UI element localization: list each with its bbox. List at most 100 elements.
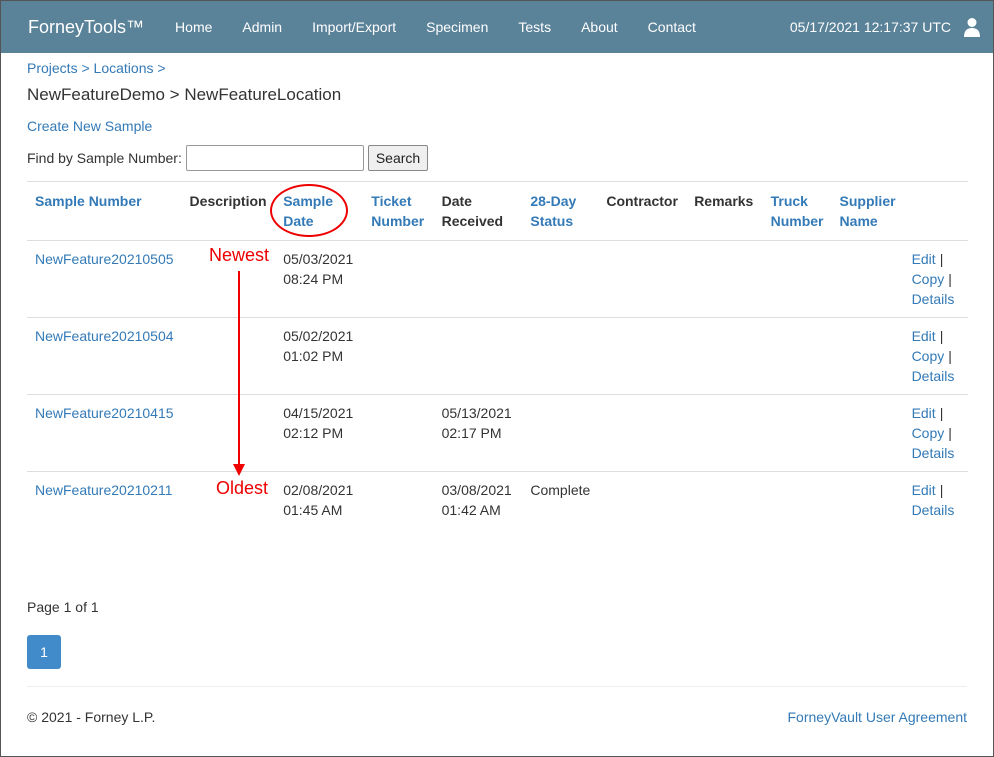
edit-link[interactable]: Edit — [912, 328, 936, 344]
cell-sample-date: 05/03/2021 08:24 PM — [275, 240, 364, 318]
sample-time: 01:45 AM — [283, 502, 343, 518]
cell-contractor — [598, 317, 687, 395]
sample-number-link[interactable]: NewFeature20210211 — [35, 482, 173, 498]
copy-link[interactable]: Copy — [912, 425, 945, 441]
action-line: Edit | — [912, 326, 960, 346]
pager-text: Page 1 of 1 — [27, 599, 967, 615]
sample-time: 02:12 PM — [283, 425, 344, 441]
cell-truck-number — [762, 394, 832, 472]
action-line: Details — [912, 500, 960, 520]
table-header-row: Sample Number Description Sample Date Ticke… — [27, 181, 968, 241]
pager-of: of — [71, 598, 91, 615]
cell-remarks — [686, 240, 763, 318]
cell-remarks — [686, 472, 762, 549]
nav-item-home[interactable]: Home — [160, 19, 227, 35]
cell-ticket-number — [363, 472, 433, 549]
action-separator: | — [939, 328, 944, 344]
action-separator: | — [948, 271, 952, 287]
copy-link[interactable]: Copy — [912, 348, 945, 364]
cell-sample-date: 02/08/2021 01:45 AM — [275, 472, 363, 549]
sample-number-link[interactable]: NewFeature20210504 — [35, 328, 174, 344]
nav-menu: Home Admin Import/Export Specimen Tests About… — [160, 19, 711, 35]
cell-date-received — [433, 317, 523, 395]
cell-sample-date: 04/15/2021 02:12 PM — [275, 394, 364, 472]
table-body: NewFeature20210505 05/03/2021 08:24 PM Edit… — [27, 240, 968, 549]
sample-number-search-input[interactable] — [185, 145, 364, 171]
action-line: Copy | — [912, 346, 960, 366]
action-separator: | — [939, 251, 944, 267]
annotation-newest: Newest — [209, 245, 270, 265]
nav-item-about[interactable]: About — [566, 19, 633, 35]
sample-number-link[interactable]: NewFeature20210505 — [35, 251, 174, 267]
cell-remarks — [686, 394, 763, 472]
details-link[interactable]: Details — [912, 502, 955, 518]
cell-sample-number: NewFeature20210211 — [27, 472, 182, 549]
breadcrumb-separator: > — [81, 60, 90, 76]
cell-supplier-name — [831, 317, 904, 395]
column-header-label[interactable]: Sample Number — [35, 193, 142, 209]
cell-28day-status — [522, 394, 599, 472]
breadcrumb-separator: > — [157, 60, 166, 76]
breadcrumb-locations[interactable]: Locations — [94, 60, 154, 76]
nav-item-admin[interactable]: Admin — [227, 19, 297, 35]
action-separator: | — [939, 482, 944, 498]
main-content: Projects > Locations > NewFeatureDemo > … — [1, 60, 993, 669]
nav-item-specimen[interactable]: Specimen — [411, 19, 503, 35]
pager-prefix: Page — [27, 598, 64, 615]
brand-link[interactable]: ForneyTools™ — [28, 17, 144, 38]
annotation-arrow-line — [238, 271, 240, 466]
column-header-label[interactable]: Supplier Name — [840, 193, 896, 229]
action-line: Copy | — [912, 423, 960, 443]
column-header: Supplier Name — [831, 181, 904, 241]
column-header: 28-Day Status — [522, 181, 599, 241]
page-1-button[interactable]: 1 — [27, 634, 61, 669]
table-row: NewFeature20210415 04/15/2021 02:12 PM 05/1… — [27, 394, 968, 472]
cell-actions: Edit | Details — [904, 472, 968, 549]
action-line: Details — [912, 366, 960, 386]
column-header: Ticket Number — [363, 181, 434, 241]
column-header-label[interactable]: Ticket Number — [371, 193, 424, 229]
date-received: 03/08/2021 — [441, 482, 512, 498]
edit-link[interactable]: Edit — [912, 405, 936, 421]
cell-sample-date: 05/02/2021 01:02 PM — [275, 317, 364, 395]
details-link[interactable]: Details — [912, 368, 955, 384]
search-button[interactable]: Search — [367, 145, 429, 171]
create-new-sample-link[interactable]: Create New Sample — [27, 118, 152, 134]
sample-number-link[interactable]: NewFeature20210415 — [35, 405, 174, 421]
cell-28day-status: Complete — [530, 482, 591, 498]
column-header — [903, 181, 968, 241]
cell-contractor — [598, 394, 687, 472]
cell-actions: Edit | Copy | Details — [903, 394, 968, 472]
sample-date: 04/15/2021 — [283, 405, 354, 421]
column-header-label[interactable]: 28-Day Status — [530, 193, 576, 229]
sample-date: 02/08/2021 — [283, 482, 354, 498]
copy-link[interactable]: Copy — [912, 271, 945, 287]
details-link[interactable]: Details — [912, 445, 955, 461]
column-header-label: Description — [189, 193, 267, 209]
column-header: Contractor — [598, 181, 687, 241]
action-line: Edit | — [912, 403, 960, 423]
edit-link[interactable]: Edit — [912, 251, 936, 267]
action-line: Copy | — [912, 269, 960, 289]
cell-truck-number — [762, 317, 832, 395]
sample-date: 05/03/2021 — [283, 251, 354, 267]
breadcrumb-projects[interactable]: Projects — [27, 60, 78, 76]
nav-right: 05/17/2021 12:17:37 UTC — [790, 17, 981, 37]
date-received: 05/13/2021 — [441, 405, 512, 421]
cell-ticket-number — [363, 394, 434, 472]
column-header-label: Date Received — [441, 193, 504, 229]
action-line: Edit | — [912, 480, 960, 500]
details-link[interactable]: Details — [912, 291, 955, 307]
nav-item-import-export[interactable]: Import/Export — [297, 19, 411, 35]
nav-item-tests[interactable]: Tests — [503, 19, 566, 35]
cell-ticket-number — [363, 317, 434, 395]
cell-sample-number: NewFeature20210504 — [27, 317, 182, 395]
user-icon[interactable] — [963, 17, 981, 37]
nav-item-contact[interactable]: Contact — [633, 19, 711, 35]
user-agreement-link[interactable]: ForneyVault User Agreement — [788, 709, 968, 725]
column-header-label[interactable]: Truck Number — [771, 193, 824, 229]
cell-description — [181, 317, 276, 395]
cell-28day-status — [522, 317, 599, 395]
edit-link[interactable]: Edit — [912, 482, 936, 498]
cell-28day-status — [522, 240, 599, 318]
